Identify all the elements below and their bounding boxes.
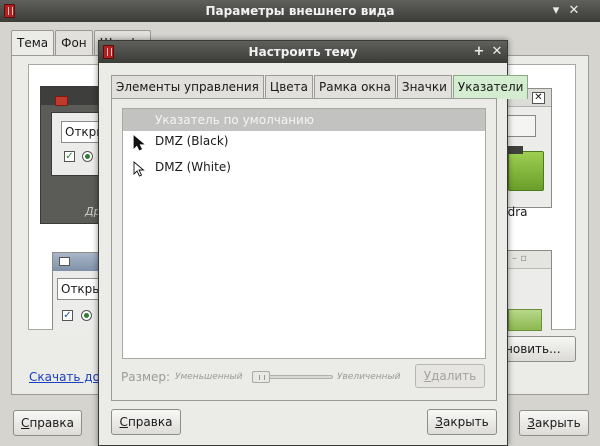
preview-close-icon <box>55 96 68 106</box>
delete-button-label: далить <box>431 369 477 383</box>
plus-icon[interactable]: + <box>471 43 487 61</box>
dialog-close-button[interactable]: Закрыть <box>427 409 497 435</box>
close-icon[interactable]: ✕ <box>489 43 505 61</box>
size-label: Размер: <box>121 370 171 384</box>
preview-radio-icon <box>81 310 92 321</box>
delete-button-accel: У <box>423 369 432 383</box>
close-button[interactable]: Закрыть <box>519 410 589 436</box>
tab-controls[interactable]: Элементы управления <box>111 75 264 99</box>
white-cursor-icon <box>133 161 145 177</box>
cursor-item-label: DMZ (White) <box>155 160 231 174</box>
app-icon[interactable] <box>103 45 114 59</box>
tab-pointers[interactable]: Указатели <box>452 75 529 99</box>
preview-box <box>506 115 536 137</box>
preview-check-icon: ✓ <box>62 310 73 321</box>
app-icon[interactable] <box>4 4 15 18</box>
size-max-label: Увеличенный <box>337 372 401 382</box>
close-icon[interactable]: ✕ <box>566 2 582 20</box>
help-button-label: правка <box>29 416 74 430</box>
dialog-close-button-label: акрыть <box>442 415 489 429</box>
preview-window-controls: – ▫ <box>512 253 527 264</box>
tab-theme[interactable]: Тема <box>11 30 55 57</box>
tab-background[interactable]: Фон <box>55 30 93 56</box>
size-min-label: Уменьшенный <box>175 372 243 382</box>
preview-window-icon <box>59 257 70 266</box>
list-item[interactable]: Указатель по умолчанию <box>123 109 485 131</box>
download-themes-link[interactable]: Скачать дол <box>29 370 108 384</box>
tab-window-border[interactable]: Рамка окна <box>314 75 396 99</box>
delete-button[interactable]: Удалить <box>415 364 485 388</box>
dialog-help-button-label: правка <box>127 415 173 429</box>
preview-radio-icon <box>82 151 93 162</box>
list-item[interactable]: DMZ (Black) <box>123 130 485 152</box>
close-button-label: акрыть <box>534 416 581 430</box>
cursor-item-label: DMZ (Black) <box>155 134 229 148</box>
dialog-tabs: Элементы управления Цвета Рамка окна Зна… <box>111 75 529 99</box>
folder-icon <box>508 309 542 331</box>
dialog-title: Настроить тему <box>248 45 358 59</box>
list-item[interactable]: DMZ (White) <box>123 156 485 178</box>
tab-icons[interactable]: Значки <box>396 75 452 99</box>
chevron-down-icon[interactable]: ▾ <box>548 2 564 20</box>
tab-colors[interactable]: Цвета <box>264 75 314 99</box>
black-cursor-icon <box>133 135 145 151</box>
main-titlebar[interactable]: Параметры внешнего вида ▾ ✕ <box>0 0 600 22</box>
preview-check-icon: ✓ <box>64 151 75 162</box>
main-window-title: Параметры внешнего вида <box>205 4 395 18</box>
cursor-item-label: Указатель по умолчанию <box>155 113 314 127</box>
preview-close-icon: ✕ <box>532 92 545 104</box>
customize-theme-dialog: Настроить тему + ✕ Элементы управления Ц… <box>98 40 529 446</box>
dialog-titlebar[interactable]: Настроить тему + ✕ <box>99 41 507 63</box>
cursor-theme-list[interactable]: Указатель по умолчанию DMZ (Black) DMZ (… <box>122 108 486 359</box>
folder-icon <box>503 146 544 191</box>
dialog-close-button-accel: З <box>435 415 443 429</box>
dialog-help-button-accel: С <box>119 415 128 429</box>
help-button[interactable]: Справка <box>13 410 82 436</box>
dialog-help-button[interactable]: Справка <box>111 409 181 435</box>
close-button-accel: З <box>527 416 535 430</box>
size-slider-handle[interactable] <box>252 371 270 383</box>
